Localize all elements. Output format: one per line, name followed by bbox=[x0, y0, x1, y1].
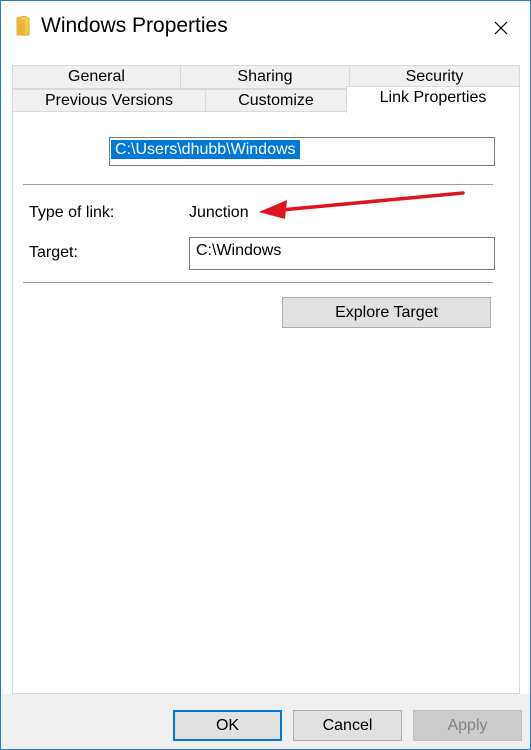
close-button[interactable] bbox=[486, 13, 516, 43]
properties-window: Windows Properties General Sharing Secur… bbox=[0, 0, 531, 750]
divider-bottom bbox=[23, 282, 493, 283]
window-title: Windows Properties bbox=[41, 14, 228, 37]
link-path-field[interactable]: C:\Users\dhubb\Windows bbox=[109, 137, 495, 166]
target-label: Target: bbox=[29, 244, 78, 261]
explore-target-button[interactable]: Explore Target bbox=[282, 297, 491, 328]
type-of-link-label: Type of link: bbox=[29, 204, 115, 221]
target-field[interactable]: C:\Windows bbox=[189, 237, 495, 270]
tab-customize[interactable]: Customize bbox=[205, 89, 347, 112]
title-bar[interactable]: Windows Properties bbox=[1, 1, 530, 55]
link-path-value: C:\Users\dhubb\Windows bbox=[111, 140, 300, 159]
dialog-footer: OK Cancel Apply bbox=[1, 694, 530, 749]
tab-previous-versions[interactable]: Previous Versions bbox=[12, 89, 206, 112]
tab-link-properties[interactable]: Link Properties bbox=[346, 86, 520, 113]
tab-general[interactable]: General bbox=[12, 65, 181, 89]
type-of-link-value: Junction bbox=[189, 204, 249, 221]
tab-sharing[interactable]: Sharing bbox=[180, 65, 350, 89]
link-properties-panel: C:\Users\dhubb\Windows Type of link: Jun… bbox=[12, 111, 520, 694]
cancel-button[interactable]: Cancel bbox=[293, 710, 402, 741]
folder-link-icon bbox=[16, 16, 30, 36]
divider-top bbox=[23, 184, 493, 185]
ok-button[interactable]: OK bbox=[173, 710, 282, 741]
close-icon bbox=[494, 21, 508, 35]
apply-button[interactable]: Apply bbox=[413, 710, 522, 741]
